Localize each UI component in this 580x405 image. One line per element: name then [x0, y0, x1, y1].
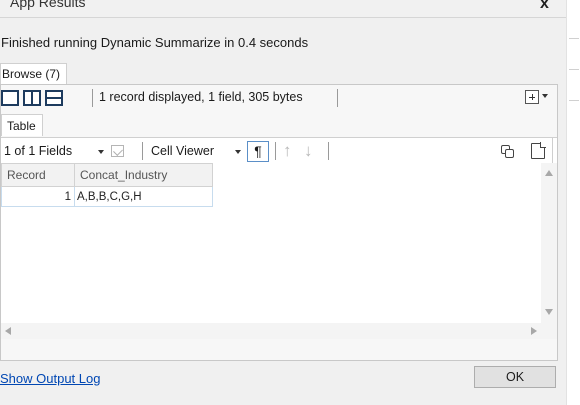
arrow-down-icon[interactable]: ↓	[304, 141, 313, 161]
page-icon[interactable]	[531, 142, 546, 159]
tab-table[interactable]: Table	[1, 114, 43, 136]
data-grid: Record Concat_Industry 1 A,B,B,C,G,H	[1, 163, 557, 339]
toolbar-separator	[275, 142, 276, 160]
arrow-up-icon[interactable]: ↑	[283, 141, 292, 161]
vertical-scrollbar[interactable]	[541, 163, 557, 323]
ok-button[interactable]: OK	[474, 366, 556, 388]
single-view-icon[interactable]	[1, 90, 19, 106]
table-row[interactable]: 1 A,B,B,C,G,H	[1, 186, 213, 207]
record-info: 1 record displayed, 1 field, 305 bytes	[99, 90, 303, 104]
chevron-down-icon[interactable]	[542, 94, 548, 98]
record-number-cell[interactable]: 1	[1, 186, 75, 207]
concat-industry-cell[interactable]: A,B,B,C,G,H	[74, 186, 213, 207]
add-view-icon[interactable]	[525, 90, 539, 104]
table-header-row: Record Concat_Industry	[1, 163, 213, 187]
checkbox-icon[interactable]	[111, 145, 124, 157]
status-message: Finished running Dynamic Summarize in 0.…	[1, 35, 309, 50]
show-output-log-link[interactable]: Show Output Log	[0, 371, 100, 386]
column-header-concat-industry[interactable]: Concat_Industry	[74, 163, 213, 187]
scroll-left-icon[interactable]	[5, 327, 11, 335]
toolbar-separator	[142, 142, 143, 160]
column-header-record[interactable]: Record	[1, 163, 75, 187]
window-titlebar: App Results x	[0, 0, 566, 18]
toolbar-separator	[337, 89, 338, 107]
results-table: Record Concat_Industry 1 A,B,B,C,G,H	[1, 163, 213, 207]
view-toolbar: 1 record displayed, 1 field, 305 bytes	[1, 85, 557, 111]
pilcrow-icon[interactable]: ¶	[247, 141, 269, 162]
table-toolbar: 1 of 1 Fields Cell Viewer ¶ ↑ ↓	[1, 137, 557, 164]
horizontal-scrollbar[interactable]	[1, 323, 541, 339]
copy-icon[interactable]	[501, 145, 515, 159]
scroll-down-icon[interactable]	[545, 309, 553, 315]
cell-viewer-dropdown[interactable]: Cell Viewer	[151, 144, 214, 158]
close-icon[interactable]: x	[540, 0, 549, 13]
app-results-dialog: Finished running Dynamic Summarize in 0.…	[0, 18, 566, 405]
horizontal-split-icon[interactable]	[45, 90, 63, 106]
window-title: App Results	[10, 0, 86, 10]
background-window-edge	[566, 0, 580, 405]
toolbar-separator	[328, 142, 329, 160]
chevron-down-icon[interactable]	[235, 150, 241, 154]
scroll-up-icon[interactable]	[545, 170, 553, 176]
browse-panel: 1 record displayed, 1 field, 305 bytes T…	[0, 84, 558, 361]
chevron-down-icon[interactable]	[98, 150, 104, 154]
split-view-icon[interactable]	[23, 90, 41, 106]
fields-dropdown[interactable]: 1 of 1 Fields	[4, 144, 72, 158]
tab-browse[interactable]: Browse (7)	[0, 63, 68, 84]
toolbar-separator	[92, 89, 93, 107]
scroll-right-icon[interactable]	[531, 327, 537, 335]
